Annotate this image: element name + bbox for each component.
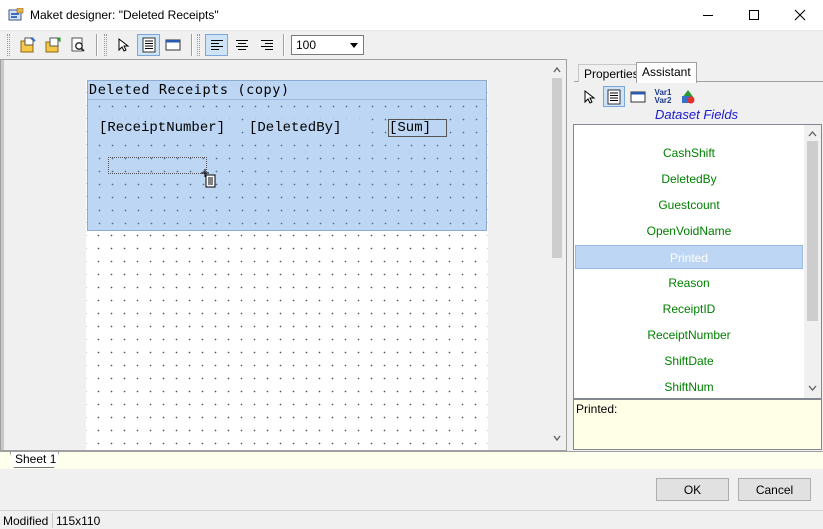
field-item-guestcount[interactable]: Guestcount	[575, 193, 803, 217]
scroll-down-icon[interactable]	[553, 434, 561, 442]
toolbar-grip[interactable]	[7, 34, 10, 56]
toolbar-grip[interactable]	[197, 34, 200, 56]
align-right-icon[interactable]	[255, 34, 278, 56]
pointer-tool-icon[interactable]	[111, 34, 134, 56]
dataset-fields-label: Dataset Fields	[654, 107, 739, 122]
sheet-tab-bar: Sheet 1	[0, 451, 823, 469]
panel-tabs: Properties Assistant	[574, 62, 823, 83]
status-size: 115x110	[56, 514, 101, 528]
zoom-select[interactable]: 100	[291, 35, 364, 55]
field-item-shiftnum[interactable]: ShiftNum	[575, 375, 803, 398]
title-bar: Maket designer: "Deleted Receipts"	[0, 0, 823, 31]
scroll-down-icon[interactable]	[808, 384, 817, 392]
maximize-button[interactable]	[731, 0, 777, 30]
panel-toolbar: Var1 Var2	[578, 86, 818, 108]
field-sum[interactable]: [Sum]	[388, 119, 447, 137]
tab-assistant[interactable]: Assistant	[636, 62, 697, 83]
shapes-tool-icon[interactable]	[677, 86, 699, 107]
toolbar-separator	[283, 34, 285, 56]
variables-icon[interactable]: Var1 Var2	[652, 86, 674, 107]
chevron-down-icon[interactable]	[350, 43, 358, 48]
variables-icon-label: Var2	[654, 95, 672, 105]
sheet-tab-1[interactable]: Sheet 1	[10, 452, 59, 468]
minimize-button[interactable]	[685, 0, 731, 30]
field-item-printed[interactable]: Printed	[575, 245, 803, 269]
field-item-deletedby[interactable]: DeletedBy	[575, 167, 803, 191]
scrollbar-thumb[interactable]	[807, 141, 818, 321]
field-info-box: Printed:	[573, 399, 822, 450]
report-band[interactable]: Deleted Receipts (copy) [ReceiptNumber] …	[87, 80, 487, 231]
field-item-openvoidname[interactable]: OpenVoidName	[575, 219, 803, 243]
text-tool-icon[interactable]	[603, 86, 625, 107]
assistant-panel: Properties Assistant Var1 Var2 Dataset F…	[570, 59, 823, 451]
close-button[interactable]	[777, 0, 823, 30]
toolbar	[0, 31, 823, 59]
field-receipt-number[interactable]: [ReceiptNumber]	[98, 119, 239, 137]
open-report-icon[interactable]	[41, 34, 64, 56]
dataset-fields-list[interactable]: CashShift DeletedBy Guestcount OpenVoidN…	[573, 124, 822, 399]
scroll-up-icon[interactable]	[553, 66, 561, 74]
field-deleted-by[interactable]: [DeletedBy]	[248, 119, 362, 137]
fields-list-scrollbar[interactable]	[804, 125, 821, 398]
align-left-icon[interactable]	[205, 34, 228, 56]
text-insert-cursor-icon	[201, 169, 217, 192]
app-icon	[8, 7, 24, 23]
status-divider	[52, 513, 53, 528]
field-item-shiftdate[interactable]: ShiftDate	[575, 349, 803, 373]
zoom-value: 100	[296, 38, 317, 52]
print-preview-icon[interactable]	[66, 34, 89, 56]
new-text-selection[interactable]	[108, 157, 207, 174]
canvas-edge	[1, 60, 4, 450]
cancel-button[interactable]: Cancel	[738, 478, 811, 501]
band-title[interactable]: Deleted Receipts (copy)	[88, 81, 486, 100]
status-state: Modified	[3, 514, 49, 528]
toolbar-grip[interactable]	[104, 34, 107, 56]
toolbar-separator	[96, 34, 98, 56]
toolbar-separator	[191, 34, 193, 56]
canvas-margin	[4, 60, 548, 80]
field-item-receiptnumber[interactable]: ReceiptNumber	[575, 323, 803, 347]
window-title: Maket designer: "Deleted Receipts"	[30, 8, 219, 22]
frame-tool-icon[interactable]	[627, 86, 649, 107]
frame-tool-icon[interactable]	[161, 34, 184, 56]
ok-button[interactable]: OK	[656, 478, 729, 501]
tab-properties[interactable]: Properties	[578, 64, 645, 82]
pointer-tool-icon[interactable]	[578, 86, 600, 107]
field-item-cashshift[interactable]: CashShift	[575, 141, 803, 165]
list-item[interactable]	[575, 125, 803, 141]
design-canvas[interactable]: Deleted Receipts (copy) [ReceiptNumber] …	[0, 59, 567, 451]
text-tool-icon[interactable]	[137, 34, 160, 56]
canvas-vertical-scrollbar[interactable]	[548, 60, 566, 450]
status-bar: Modified 115x110	[0, 510, 823, 529]
scrollbar-thumb[interactable]	[552, 78, 562, 258]
canvas-margin	[488, 60, 548, 450]
scroll-up-icon[interactable]	[808, 130, 817, 138]
canvas-margin	[4, 60, 86, 450]
align-center-icon[interactable]	[230, 34, 253, 56]
field-item-receiptid[interactable]: ReceiptID	[575, 297, 803, 321]
field-info-text: Printed:	[576, 402, 618, 416]
field-item-reason[interactable]: Reason	[575, 271, 803, 295]
new-report-icon[interactable]	[16, 34, 39, 56]
